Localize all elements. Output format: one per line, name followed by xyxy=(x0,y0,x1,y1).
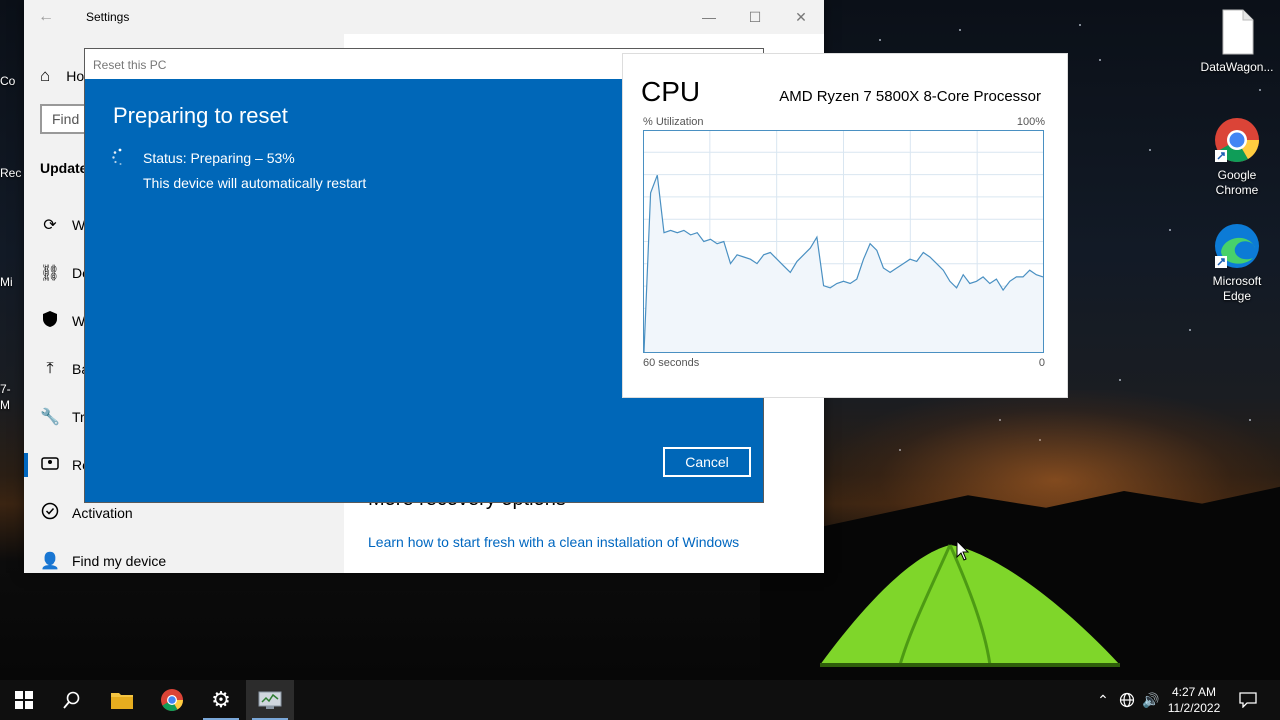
window-title: Settings xyxy=(86,10,130,24)
back-arrow-icon[interactable]: ← xyxy=(38,8,54,26)
action-center-button[interactable] xyxy=(1234,680,1262,720)
nav-home[interactable]: ⌂ Ho xyxy=(40,66,84,86)
settings-titlebar[interactable]: ← Settings — ☐ ✕ xyxy=(24,0,824,34)
notification-icon xyxy=(1239,692,1257,708)
wrench-icon: 🔧 xyxy=(40,409,60,426)
chevron-up-icon: ⌃ xyxy=(1097,691,1109,708)
reset-heading: Preparing to reset xyxy=(113,103,288,128)
clock[interactable]: 4:27 AM 11/2/2022 xyxy=(1160,684,1228,716)
cpu-utilization-graph xyxy=(643,130,1044,353)
shield-icon xyxy=(38,310,62,333)
reset-status: Status: Preparing – 53% xyxy=(143,150,295,166)
desktop-icon-label: Microsoft Edge xyxy=(1212,274,1262,303)
chrome-icon xyxy=(1213,116,1261,164)
search-button[interactable] xyxy=(48,680,96,720)
sidebar-item-label: Tr xyxy=(72,409,85,425)
cancel-button[interactable]: Cancel xyxy=(663,447,751,477)
x-end-label: 0 xyxy=(1038,357,1045,369)
file-icon xyxy=(1213,8,1261,56)
gear-icon: ⚙ xyxy=(211,687,231,712)
desktop-edge-label: Co xyxy=(0,74,16,88)
desktop-edge-label: Mi xyxy=(0,275,13,289)
desktop-icon-chrome[interactable]: Google Chrome xyxy=(1198,116,1276,198)
nav-home-label: Ho xyxy=(66,68,85,84)
taskbar-task-manager[interactable] xyxy=(246,680,294,720)
search-icon xyxy=(63,691,80,709)
start-button[interactable] xyxy=(0,680,48,720)
x-axis-label: 60 seconds xyxy=(643,357,700,369)
restart-note: This device will automatically restart xyxy=(143,175,367,191)
person-icon: 👤 xyxy=(40,553,60,570)
desktop-edge-label: M xyxy=(0,398,10,412)
cpu-performance-panel: CPU AMD Ryzen 7 5800X 8-Core Processor %… xyxy=(622,53,1068,398)
minimize-button[interactable]: — xyxy=(686,0,732,34)
chrome-icon xyxy=(161,689,183,711)
speaker-icon: 🔊 xyxy=(1142,691,1160,708)
home-icon: ⌂ xyxy=(40,66,51,85)
edge-icon xyxy=(1213,222,1261,270)
maximize-button[interactable]: ☐ xyxy=(732,0,778,34)
clean-install-link[interactable]: Learn how to start fresh with a clean in… xyxy=(368,534,739,550)
folder-icon xyxy=(111,693,133,709)
windows-logo-icon xyxy=(15,691,33,709)
sidebar-item-label: Find my device xyxy=(72,553,167,569)
desktop-icon-edge[interactable]: Microsoft Edge xyxy=(1198,222,1276,304)
close-button[interactable]: ✕ xyxy=(778,0,824,34)
cpu-title: CPU xyxy=(641,76,701,107)
delivery-icon: ⛓ xyxy=(39,265,61,282)
sidebar-item-label: Activation xyxy=(72,505,133,521)
taskbar-settings[interactable]: ⚙ xyxy=(197,680,245,720)
desktop-edge-label: 7- xyxy=(0,382,11,396)
spinner-icon xyxy=(112,148,122,165)
mouse-cursor-icon xyxy=(956,540,970,561)
backup-icon: ⤒ xyxy=(46,360,54,377)
network-button[interactable] xyxy=(1116,680,1138,720)
clock-time: 4:27 AM xyxy=(1171,685,1217,699)
globe-icon xyxy=(1119,692,1135,708)
processor-name: AMD Ryzen 7 5800X 8-Core Processor xyxy=(779,88,1041,105)
section-title: Update xyxy=(40,160,88,176)
check-circle-icon xyxy=(38,502,62,525)
desktop-icon-label: DataWagon... xyxy=(1200,60,1274,74)
volume-button[interactable]: 🔊 xyxy=(1140,680,1162,720)
desktop-icon-label: Google Chrome xyxy=(1215,168,1259,197)
taskbar: ⚙ ⌃ 🔊 4:27 AM 11/2/2022 xyxy=(0,680,1280,720)
desktop-edge-label: Rec xyxy=(0,166,22,180)
y-axis-label: % Utilization xyxy=(643,116,704,128)
sidebar-item-find-my-device[interactable]: 👤 Find my device xyxy=(24,537,344,585)
show-hidden-icons-button[interactable]: ⌃ xyxy=(1092,680,1114,720)
desktop-icon-datawagon[interactable]: DataWagon... xyxy=(1198,8,1276,75)
recovery-icon xyxy=(38,455,62,476)
y-max-label: 100% xyxy=(1016,116,1045,128)
task-manager-icon xyxy=(258,691,282,709)
taskbar-chrome[interactable] xyxy=(148,680,196,720)
taskbar-file-explorer[interactable] xyxy=(98,680,146,720)
sync-icon: ⟳ xyxy=(43,217,57,234)
clock-date: 11/2/2022 xyxy=(1167,701,1221,715)
